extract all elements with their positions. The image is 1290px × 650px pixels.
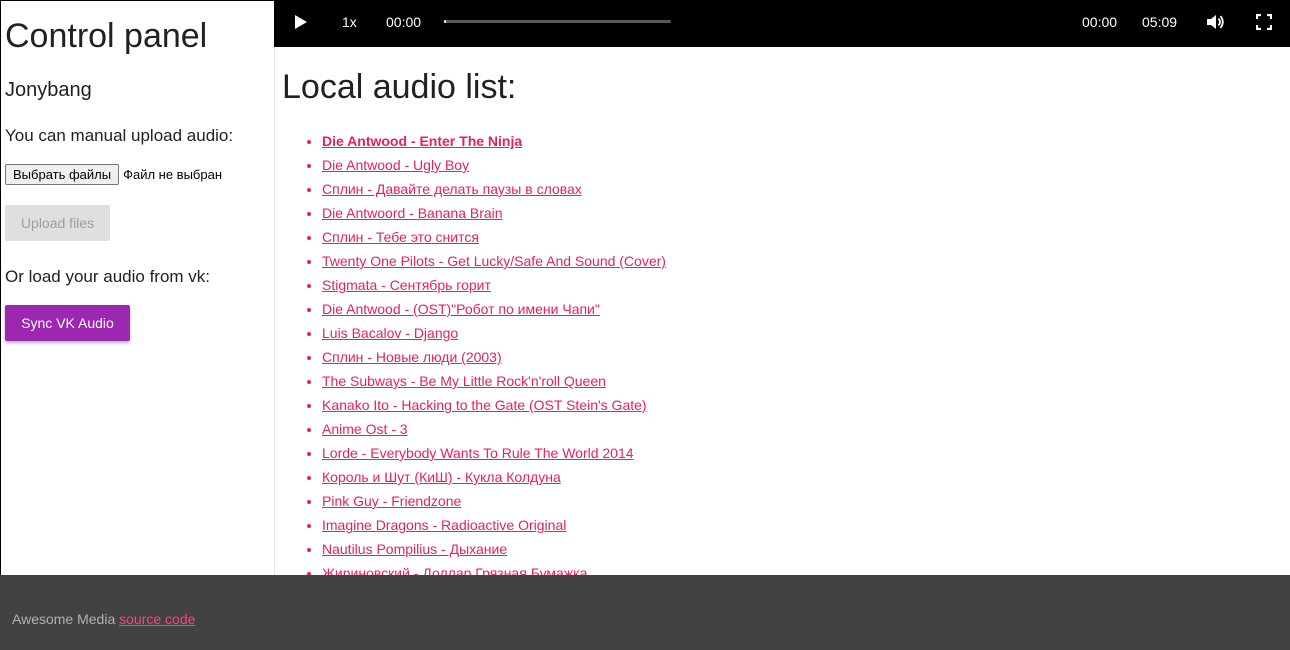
- audio-track-link[interactable]: Anime Ost - 3: [322, 421, 408, 437]
- audio-track-link[interactable]: Жириновский - Доллар Грязная Бумажка: [322, 565, 587, 575]
- upload-files-button[interactable]: Upload files: [5, 205, 110, 241]
- source-code-link[interactable]: source code: [119, 611, 195, 627]
- audio-list-item: Kanako Ito - Hacking to the Gate (OST St…: [322, 393, 666, 417]
- sync-vk-audio-button[interactable]: Sync VK Audio: [5, 305, 130, 341]
- audio-list-item: Anime Ost - 3: [322, 417, 666, 441]
- audio-list-item: Die Antwood - Enter The Ninja: [322, 129, 666, 153]
- audio-track-link[interactable]: Kanako Ito - Hacking to the Gate (OST St…: [322, 397, 647, 413]
- audio-track-link[interactable]: The Subways - Be My Little Rock'n'roll Q…: [322, 373, 606, 389]
- audio-list-item: Die Antwood - (OST)"Робот по имени Чапи": [322, 297, 666, 321]
- audio-list-item: Сплин - Тебе это снится: [322, 225, 666, 249]
- audio-list-item: Pink Guy - Friendzone: [322, 489, 666, 513]
- audio-list-item: Жириновский - Доллар Грязная Бумажка: [322, 561, 666, 575]
- elapsed-time: 00:00: [1082, 14, 1118, 30]
- audio-track-link[interactable]: Сплин - Давайте делать паузы в словах: [322, 181, 582, 197]
- audio-list-item: Luis Bacalov - Django: [322, 321, 666, 345]
- audio-list-item: Stigmata - Сентябрь горит: [322, 273, 666, 297]
- fullscreen-icon: [1256, 14, 1272, 30]
- audio-list-heading: Local audio list:: [282, 68, 517, 106]
- play-button[interactable]: [291, 0, 309, 44]
- audio-track-link[interactable]: Die Antwood - (OST)"Робот по имени Чапи": [322, 301, 600, 317]
- audio-track-link[interactable]: Stigmata - Сентябрь горит: [322, 277, 491, 293]
- file-picker[interactable]: Выбрать файлы Файл не выбран: [5, 164, 222, 185]
- audio-track-link[interactable]: Сплин - Тебе это снится: [322, 229, 479, 245]
- audio-list-item: Король и Шут (КиШ) - Кукла Колдуна: [322, 465, 666, 489]
- footer-brand: Awesome Media: [12, 611, 116, 627]
- duration-time: 05:09: [1142, 14, 1178, 30]
- audio-list-item: The Subways - Be My Little Rock'n'roll Q…: [322, 369, 666, 393]
- file-status-text: Файл не выбран: [123, 167, 223, 182]
- play-icon: [295, 15, 307, 29]
- audio-list-item: Lorde - Everybody Wants To Rule The Worl…: [322, 441, 666, 465]
- audio-track-list: Die Antwood - Enter The Ninja Die Antwood…: [282, 129, 666, 575]
- audio-track-link[interactable]: Die Antwood - Ugly Boy: [322, 157, 469, 173]
- audio-track-link[interactable]: Nautilus Pompilius - Дыхание: [322, 541, 507, 557]
- choose-files-button[interactable]: Выбрать файлы: [5, 164, 120, 185]
- audio-list-item: Сплин - Давайте делать паузы в словах: [322, 177, 666, 201]
- playback-speed-button[interactable]: 1x: [342, 0, 357, 44]
- audio-list-item: Die Antwood - Ugly Boy: [322, 153, 666, 177]
- volume-button[interactable]: [1205, 0, 1225, 44]
- audio-list-item: Сплин - Новые люди (2003): [322, 345, 666, 369]
- volume-icon: [1207, 15, 1224, 29]
- audio-track-link[interactable]: Luis Bacalov - Django: [322, 325, 458, 341]
- audio-track-link[interactable]: Король и Шут (КиШ) - Кукла Колдуна: [322, 469, 561, 485]
- audio-track-link[interactable]: Pink Guy - Friendzone: [322, 493, 461, 509]
- footer-text-line: Awesome Media source code: [12, 611, 195, 627]
- panel-title: Control panel: [5, 17, 208, 55]
- audio-list-item: Nautilus Pompilius - Дыхание: [322, 537, 666, 561]
- username: Jonybang: [5, 79, 92, 101]
- seek-bar[interactable]: [444, 20, 671, 23]
- audio-track-link[interactable]: Die Antwood - Enter The Ninja: [322, 133, 522, 149]
- audio-track-link[interactable]: Imagine Dragons - Radioactive Original: [322, 517, 566, 533]
- audio-track-link[interactable]: Die Antwoord - Banana Brain: [322, 205, 503, 221]
- current-time: 00:00: [386, 14, 422, 30]
- audio-list-item: Imagine Dragons - Radioactive Original: [322, 513, 666, 537]
- audio-list-panel: Local audio list: Die Antwood - Enter Th…: [282, 47, 1282, 575]
- audio-list-item: Twenty One Pilots - Get Lucky/Safe And S…: [322, 249, 666, 273]
- audio-track-link[interactable]: Twenty One Pilots - Get Lucky/Safe And S…: [322, 253, 666, 269]
- audio-player: 1x 00:00 00:00 05:09: [274, 0, 1290, 47]
- control-panel-sidebar: Control panel Jonybang You can manual up…: [0, 0, 275, 575]
- footer: Awesome Media source code: [0, 575, 1290, 650]
- vk-prompt: Or load your audio from vk:: [5, 267, 211, 286]
- seek-bar-fill: [444, 20, 446, 23]
- audio-track-link[interactable]: Lorde - Everybody Wants To Rule The Worl…: [322, 445, 634, 461]
- audio-list-item: Die Antwoord - Banana Brain: [322, 201, 666, 225]
- upload-prompt: You can manual upload audio:: [5, 126, 234, 145]
- audio-track-link[interactable]: Сплин - Новые люди (2003): [322, 349, 502, 365]
- fullscreen-button[interactable]: [1256, 0, 1272, 44]
